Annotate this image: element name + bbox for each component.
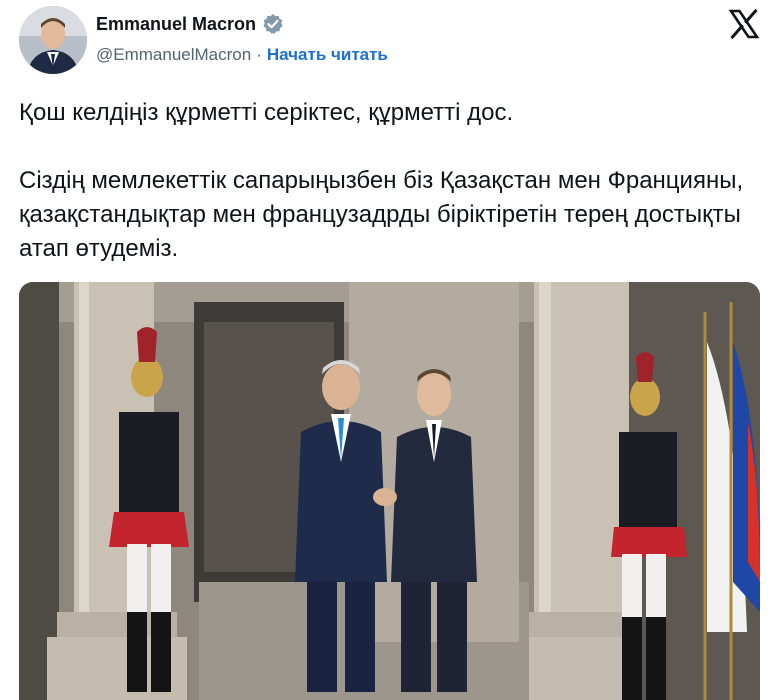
x-logo-icon[interactable] — [728, 8, 760, 40]
author-name[interactable]: Emmanuel Macron — [96, 14, 256, 35]
author-name-row: Emmanuel Macron — [96, 13, 284, 35]
separator: · — [256, 45, 262, 64]
tweet-text: Қош келдіңіз құрметті серіктес, құрметті… — [19, 96, 759, 266]
follow-button[interactable]: Начать читать — [267, 45, 388, 65]
author-handle[interactable]: @EmmanuelMacron — [96, 45, 251, 65]
tweet-header: Emmanuel Macron @EmmanuelMacron · Начать… — [0, 0, 778, 86]
verified-badge-icon — [262, 13, 284, 35]
avatar[interactable] — [19, 6, 87, 74]
tweet-photo[interactable] — [19, 282, 760, 700]
tweet-paragraph-2: Сіздің мемлекеттік сапарыңызбен біз Қаза… — [19, 167, 744, 262]
tweet-paragraph-1: Қош келдіңіз құрметті серіктес, құрметті… — [19, 99, 514, 126]
handle-row: @EmmanuelMacron · Начать читать — [96, 45, 388, 65]
